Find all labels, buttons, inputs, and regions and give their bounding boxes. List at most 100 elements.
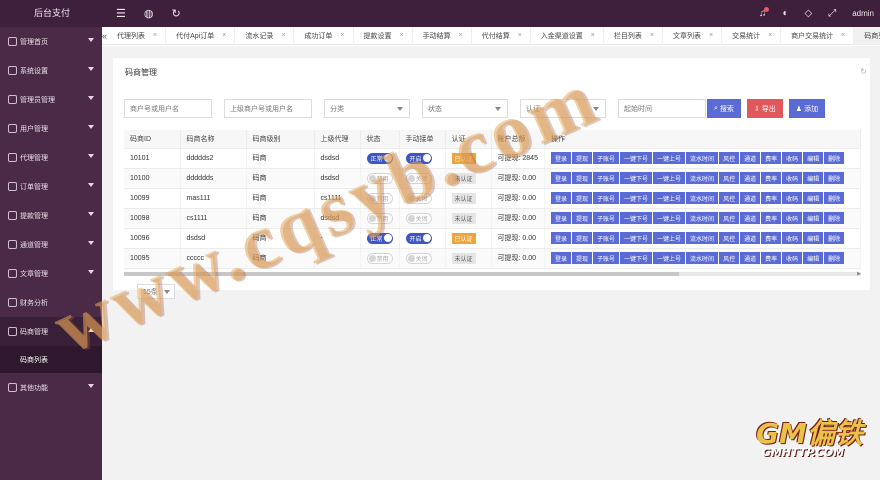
close-icon[interactable]: × [709,32,713,39]
row-action-button[interactable]: 登录 [550,252,571,264]
close-icon[interactable]: × [459,32,463,39]
sidebar-subitem-code-merchant-list[interactable]: 码商列表 [0,346,102,373]
row-action-button[interactable]: 收码 [782,172,803,184]
row-action-button[interactable]: 费率 [761,152,782,164]
row-action-button[interactable]: 收码 [782,192,803,204]
row-action-button[interactable]: 登录 [550,152,571,164]
row-action-button[interactable]: 一键下号 [620,192,653,204]
row-action-button[interactable]: 一键下号 [620,232,653,244]
row-action-button[interactable]: 登录 [550,212,571,224]
close-icon[interactable]: × [153,32,157,39]
close-icon[interactable]: × [591,32,595,39]
row-action-button[interactable]: 通道 [740,192,761,204]
row-action-button[interactable]: 删除 [824,152,845,164]
row-action-button[interactable]: 提现 [571,232,592,244]
row-action-button[interactable]: 一键上号 [653,252,686,264]
status-toggle[interactable]: 禁用 [366,172,393,184]
row-action-button[interactable]: 费率 [761,192,782,204]
row-action-button[interactable]: 通道 [740,252,761,264]
row-action-button[interactable]: 风控 [719,252,740,264]
status-toggle[interactable]: 禁用 [366,192,393,204]
row-action-button[interactable]: 流水时间 [686,252,719,264]
row-action-button[interactable]: 一键上号 [653,172,686,184]
row-action-button[interactable]: 编辑 [803,252,824,264]
bell-icon[interactable]: ♫ [759,7,769,19]
start-time-input[interactable]: 起始时间 [618,99,706,118]
manual-order-toggle[interactable]: 关闭 [405,252,432,264]
close-icon[interactable]: × [222,32,226,39]
row-action-button[interactable]: 提现 [571,212,592,224]
tab[interactable]: 手动结算 × [413,26,472,45]
refresh-icon[interactable]: ↻ [860,67,867,76]
row-action-button[interactable]: 子账号 [593,192,620,204]
tab[interactable]: 代付结算 × [472,26,531,45]
row-action-button[interactable]: 提现 [571,192,592,204]
sidebar-item-system[interactable]: 系统设置 [0,56,102,85]
status-toggle[interactable]: 禁用 [366,252,393,264]
row-action-button[interactable]: 风控 [719,172,740,184]
row-action-button[interactable]: 通道 [740,172,761,184]
globe-icon[interactable]: ◍ [144,7,154,20]
row-action-button[interactable]: 一键上号 [653,152,686,164]
row-action-button[interactable]: 一键上号 [653,212,686,224]
row-action-button[interactable]: 流水时间 [686,192,719,204]
row-action-button[interactable]: 登录 [550,192,571,204]
row-action-button[interactable]: 编辑 [803,232,824,244]
status-toggle[interactable]: 正常 [366,152,393,164]
row-action-button[interactable]: 风控 [719,212,740,224]
row-action-button[interactable]: 子账号 [593,212,620,224]
theme-icon[interactable]: ◐ [782,8,788,19]
category-select[interactable]: 分类 [324,99,410,118]
sidebar-item-articles[interactable]: 文章管理 [0,259,102,288]
row-action-button[interactable]: 费率 [761,252,782,264]
page-size-select[interactable]: 15条 [137,284,175,299]
tag-icon[interactable]: ◇ [805,8,813,19]
row-action-button[interactable]: 通道 [740,232,761,244]
row-action-button[interactable]: 流水时间 [686,232,719,244]
row-action-button[interactable]: 提现 [571,172,592,184]
row-action-button[interactable]: 删除 [824,232,845,244]
fullscreen-icon[interactable]: ⤢ [828,8,836,19]
merchant-search-input[interactable]: 商户号或用户名 [124,99,212,118]
sidebar-item-home[interactable]: 管理首页 [0,27,102,56]
export-button[interactable]: ⇩ 导出 [746,99,783,118]
sidebar-item-admins[interactable]: 管理员管理 [0,85,102,114]
row-action-button[interactable]: 提现 [571,252,592,264]
manual-order-toggle[interactable]: 开启 [405,152,432,164]
tab[interactable]: 流水记录 × [235,26,295,45]
scrollbar-thumb[interactable] [124,272,679,276]
sidebar-item-channels[interactable]: 通道管理 [0,230,102,259]
row-action-button[interactable]: 删除 [824,252,845,264]
row-action-button[interactable]: 删除 [824,192,845,204]
agent-search-input[interactable]: 上级商户号或用户名 [224,99,312,118]
close-icon[interactable]: × [518,32,522,39]
row-action-button[interactable]: 登录 [550,232,571,244]
row-action-button[interactable]: 编辑 [803,172,824,184]
tab[interactable]: 代理列表 × [107,26,167,45]
tab[interactable]: 商户交易统计 × [781,26,855,45]
row-action-button[interactable]: 收码 [782,232,803,244]
manual-order-toggle[interactable]: 关闭 [405,192,432,204]
close-icon[interactable]: × [400,32,404,39]
scroll-right-icon[interactable]: ▶ [857,271,861,277]
tab[interactable]: 提款设置 × [354,26,413,45]
row-action-button[interactable]: 一键下号 [620,212,653,224]
row-action-button[interactable]: 一键下号 [620,152,653,164]
row-action-button[interactable]: 收码 [782,152,803,164]
row-action-button[interactable]: 登录 [550,172,571,184]
row-action-button[interactable]: 费率 [761,212,782,224]
row-action-button[interactable]: 子账号 [593,172,620,184]
row-action-button[interactable]: 一键下号 [620,252,653,264]
menu-toggle-icon[interactable]: ☰ [116,7,126,20]
row-action-button[interactable]: 流水时间 [686,172,719,184]
tab[interactable]: 入金渠道设置 × [531,26,604,45]
manual-order-toggle[interactable]: 关闭 [405,212,432,224]
tab[interactable]: 文章列表 × [663,26,723,45]
row-action-button[interactable]: 风控 [719,232,740,244]
row-action-button[interactable]: 收码 [782,252,803,264]
tab[interactable]: 栏目列表 × [604,26,663,45]
close-icon[interactable]: × [841,32,845,39]
row-action-button[interactable]: 一键上号 [653,232,686,244]
sidebar-item-other[interactable]: 其他功能 [0,373,102,402]
horizontal-scrollbar[interactable]: ▶ [124,271,861,277]
